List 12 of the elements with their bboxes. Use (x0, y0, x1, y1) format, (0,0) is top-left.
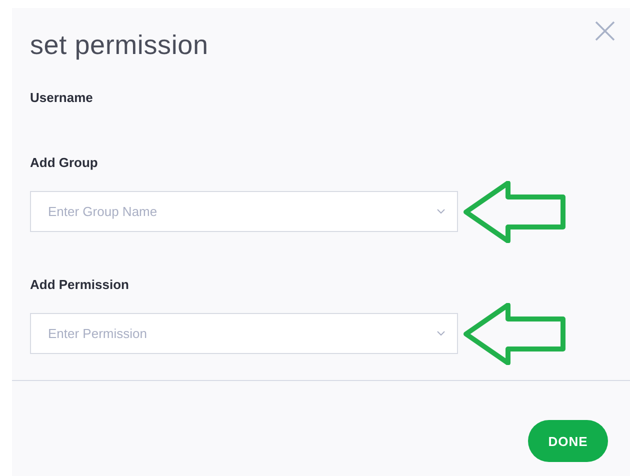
close-button[interactable] (594, 20, 616, 42)
done-button[interactable]: DONE (528, 420, 608, 462)
arrow-icon (462, 302, 566, 364)
username-label: Username (30, 90, 94, 105)
dropdown-field[interactable]: Enter Permission (30, 313, 458, 354)
arrow-icon (462, 180, 566, 242)
chevron-icon (437, 209, 445, 214)
dropdown-field[interactable]: Enter Group Name (30, 191, 458, 232)
chevron-icon (437, 331, 445, 336)
field-label: Add Permission (30, 277, 130, 292)
field-label: Add Group (30, 155, 99, 170)
dialog-title: set permission (30, 29, 208, 62)
